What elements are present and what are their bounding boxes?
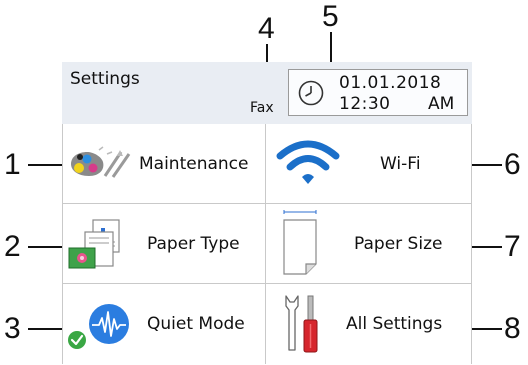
ampm-text: AM xyxy=(428,94,455,114)
callout-6-line xyxy=(472,164,502,166)
date-time-display[interactable]: 01.01.2018 12:30 AM xyxy=(288,69,468,116)
all-settings-label: All Settings xyxy=(346,314,443,334)
all-settings-button[interactable]: All Settings xyxy=(266,284,472,364)
quiet-mode-icon xyxy=(89,304,129,344)
time-text: 12:30 xyxy=(339,94,391,114)
quiet-mode-label: Quiet Mode xyxy=(147,314,245,334)
callout-1-line xyxy=(28,164,64,166)
page-title: Settings xyxy=(70,69,140,89)
tools-icon xyxy=(285,295,318,353)
paper-type-icon xyxy=(68,219,120,269)
date-text: 01.01.2018 xyxy=(339,73,442,93)
callout-3-line xyxy=(28,328,64,330)
ink-cartridges-icon xyxy=(71,146,131,178)
paper-type-label: Paper Type xyxy=(147,234,240,254)
callout-4: 4 xyxy=(258,12,275,45)
callout-8-line xyxy=(472,328,502,330)
paper-size-button[interactable]: Paper Size xyxy=(266,204,472,284)
callout-2: 2 xyxy=(4,230,21,263)
paper-type-button[interactable]: Paper Type xyxy=(62,204,266,284)
callout-2-line xyxy=(28,246,66,248)
maintenance-label: Maintenance xyxy=(139,154,249,174)
callout-1: 1 xyxy=(4,148,21,181)
callout-5: 5 xyxy=(322,0,339,33)
maintenance-button[interactable]: Maintenance xyxy=(62,124,266,204)
callout-7: 7 xyxy=(504,230,521,263)
quiet-mode-button[interactable]: Quiet Mode xyxy=(62,284,266,364)
callout-8: 8 xyxy=(504,312,521,345)
wifi-button[interactable]: Wi-Fi xyxy=(266,124,472,204)
clock-icon xyxy=(298,80,324,106)
callout-7-line xyxy=(472,246,502,248)
device-screen: Settings Fax 01.01.2018 12:30 AM Mainten… xyxy=(62,62,472,365)
wifi-label: Wi-Fi xyxy=(380,154,421,174)
paper-size-label: Paper Size xyxy=(354,234,443,254)
header-bar: Settings Fax 01.01.2018 12:30 AM xyxy=(62,62,472,125)
paper-size-icon xyxy=(283,210,317,275)
wifi-icon xyxy=(276,140,340,184)
fax-status: Fax xyxy=(250,100,274,116)
callout-6: 6 xyxy=(504,148,521,181)
check-icon xyxy=(68,331,86,349)
callout-3: 3 xyxy=(4,312,21,345)
